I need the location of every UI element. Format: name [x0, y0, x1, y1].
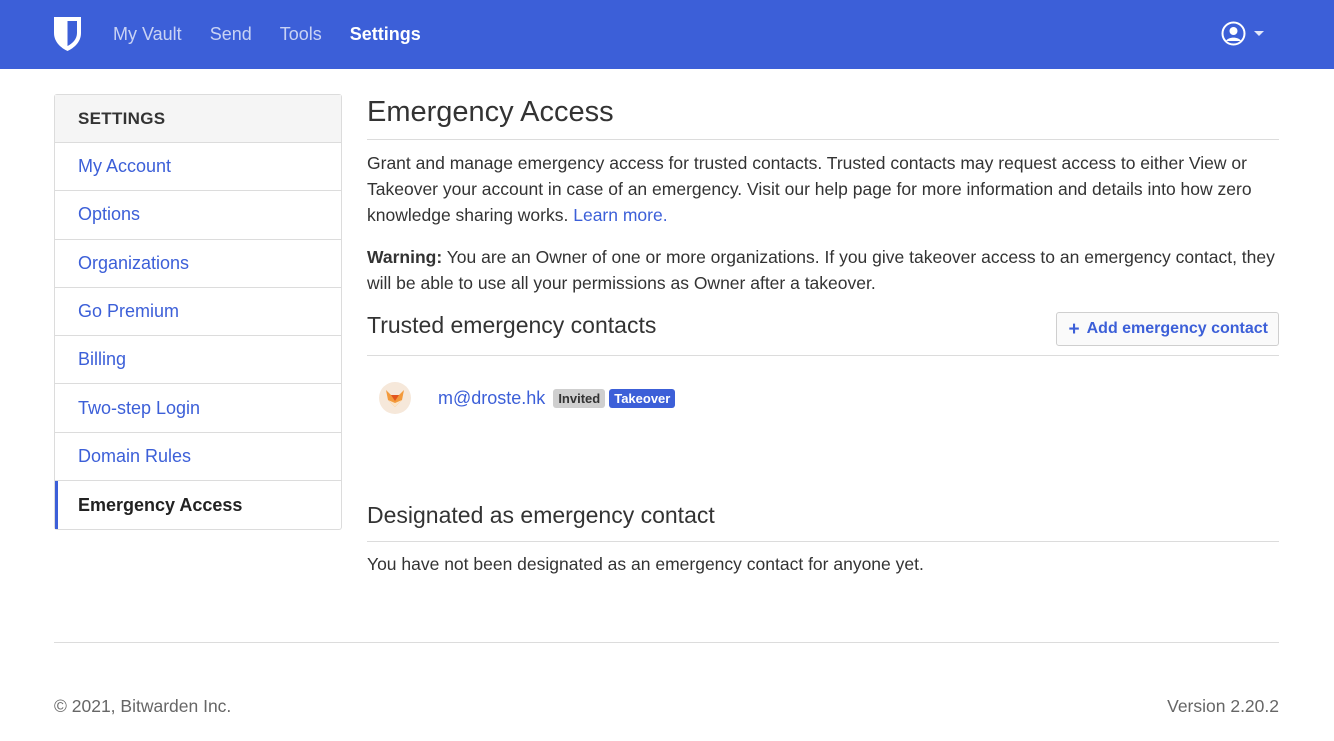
sidebar-item-two-step-login[interactable]: Two-step Login — [55, 384, 341, 433]
contact-email-link[interactable]: m@droste.hk — [438, 388, 545, 409]
description-text: Grant and manage emergency access for tr… — [367, 153, 1252, 225]
access-type-badge: Takeover — [609, 388, 676, 408]
add-emergency-contact-label: Add emergency contact — [1086, 320, 1268, 337]
warning-callout: Warning: You are an Owner of one or more… — [367, 244, 1279, 296]
trusted-contacts-title: Trusted emergency contacts — [367, 312, 657, 338]
sidebar-item-go-premium[interactable]: Go Premium — [55, 288, 341, 337]
account-menu-button[interactable] — [1221, 21, 1264, 46]
footer-copyright: © 2021, Bitwarden Inc. — [54, 696, 232, 716]
footer-version: Version 2.20.2 — [1167, 696, 1279, 716]
description: Grant and manage emergency access for tr… — [367, 150, 1279, 228]
plus-icon: + — [1068, 318, 1080, 340]
designated-empty-text: You have not been designated as an emerg… — [367, 554, 924, 574]
sidebar-item-my-account[interactable]: My Account — [55, 143, 341, 192]
footer-divider — [54, 642, 1279, 643]
nav-settings[interactable]: Settings — [350, 24, 421, 45]
nav-send[interactable]: Send — [210, 24, 252, 45]
designated-title: Designated as emergency contact — [367, 502, 715, 528]
sidebar-item-billing[interactable]: Billing — [55, 336, 341, 385]
chevron-down-icon — [1254, 31, 1264, 36]
trusted-contacts-header: Trusted emergency contacts + Add emergen… — [367, 312, 1279, 356]
status-badge: Invited — [553, 388, 606, 408]
warning-text: You are an Owner of one or more organiza… — [367, 247, 1275, 293]
top-navbar: My Vault Send Tools Settings — [0, 0, 1334, 69]
sidebar-item-emergency-access[interactable]: Emergency Access — [55, 481, 341, 530]
nav-tools[interactable]: Tools — [280, 24, 322, 45]
nav-links: My Vault Send Tools Settings — [113, 0, 449, 69]
page-title: Emergency Access — [367, 94, 1279, 140]
designated-header: Designated as emergency contact — [367, 502, 1279, 542]
bitwarden-shield-icon[interactable] — [53, 16, 82, 52]
sidebar-item-options[interactable]: Options — [55, 191, 341, 240]
sidebar-item-domain-rules[interactable]: Domain Rules — [55, 433, 341, 482]
fox-icon — [386, 390, 404, 407]
sidebar-item-organizations[interactable]: Organizations — [55, 240, 341, 288]
sidebar-header: SETTINGS — [55, 95, 341, 143]
settings-sidebar: SETTINGS My Account Options Organization… — [54, 94, 342, 531]
contact-row: m@droste.hk Invited Takeover — [367, 380, 1279, 416]
user-circle-icon — [1221, 21, 1246, 46]
main-content: Emergency Access Grant and manage emerge… — [367, 94, 1279, 575]
nav-my-vault[interactable]: My Vault — [113, 24, 182, 45]
learn-more-link[interactable]: Learn more. — [573, 205, 667, 225]
warning-label: Warning: — [367, 247, 443, 267]
fox-avatar-icon — [379, 382, 411, 414]
add-emergency-contact-button[interactable]: + Add emergency contact — [1055, 312, 1279, 346]
